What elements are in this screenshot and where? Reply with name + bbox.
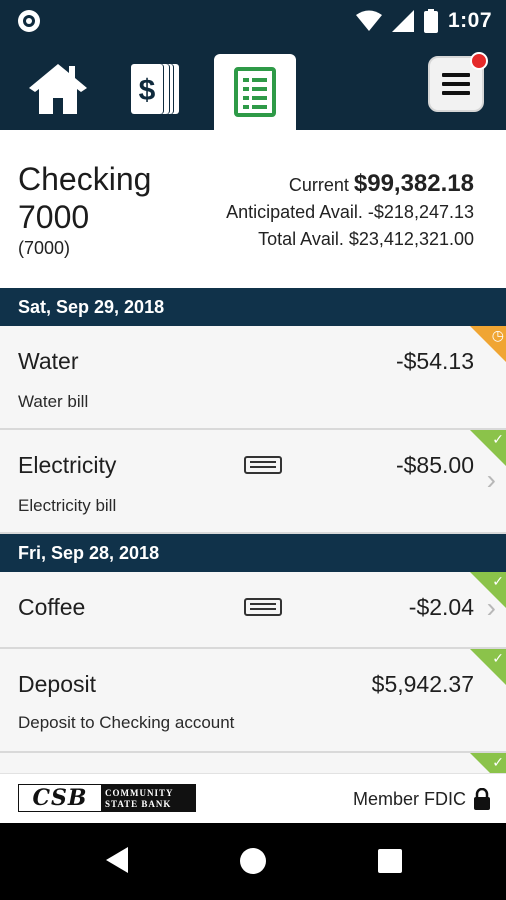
transaction-row[interactable]: Deposit Deposit to Checking account $5,9…	[0, 649, 506, 753]
date-header: Fri, Sep 28, 2018	[0, 534, 506, 572]
transaction-description: Electricity bill	[18, 496, 117, 515]
logo-line-1: COMMUNITY	[105, 788, 174, 798]
transaction-row[interactable]: Coffee -$2.04 › ✓	[0, 572, 506, 649]
current-balance: Current $99,382.18	[226, 170, 474, 199]
menu-icon	[442, 73, 470, 95]
check-icon: ✓	[492, 431, 504, 447]
logo-line-2: STATE BANK	[105, 799, 172, 809]
battery-icon	[423, 9, 438, 33]
clock-icon: ◷	[491, 327, 504, 343]
footer: CSB COMMUNITY STATE BANK Member FDIC	[0, 773, 506, 823]
anticipated-balance-label: Anticipated Avail.	[226, 202, 363, 222]
transaction-row[interactable]: Water Water bill -$54.13 ◷	[0, 326, 506, 430]
logo-wordmark: CSB	[32, 785, 88, 811]
check-icon: ✓	[492, 754, 504, 770]
account-summary: Checking 7000 (7000) Current $99,382.18 …	[0, 130, 506, 288]
logo-subtitle: COMMUNITY STATE BANK	[101, 785, 195, 811]
current-balance-value: $99,382.18	[353, 170, 474, 197]
back-icon[interactable]	[106, 847, 128, 873]
account-number: (7000)	[18, 238, 71, 258]
anticipated-balance-value: -$218,247.13	[367, 202, 474, 222]
transaction-amount: -$54.13	[395, 348, 474, 374]
date-header: Sat, Sep 29, 2018	[0, 288, 506, 326]
transaction-title: Electricity	[18, 452, 117, 478]
transaction-row[interactable]: Electricity Electricity bill -$85.00 › ✓	[0, 430, 506, 534]
chevron-right-icon: ›	[486, 464, 496, 495]
transaction-description: Deposit to Checking account	[18, 713, 235, 732]
total-available-label: Total Avail.	[258, 229, 344, 249]
current-balance-label: Current	[288, 175, 349, 195]
signal-icon	[391, 10, 414, 32]
check-icon: ✓	[492, 573, 504, 589]
lock-icon	[474, 788, 490, 810]
card-icon	[244, 598, 282, 616]
check-icon: ✓	[492, 650, 504, 666]
transaction-amount: -$2.04	[408, 594, 474, 620]
transaction-description: Water bill	[18, 392, 89, 411]
account-register-tab[interactable]	[214, 54, 296, 130]
transaction-amount: -$85.00	[395, 452, 474, 478]
total-available-balance: Total Avail. $23,412,321.00	[226, 226, 474, 253]
top-navigation: $	[0, 42, 506, 130]
anticipated-balance: Anticipated Avail. -$218,247.13	[226, 199, 474, 226]
account-register-icon	[234, 67, 276, 117]
transaction-amount: $5,942.37	[371, 671, 474, 697]
status-bar: 1:07	[0, 0, 506, 42]
fdic-notice: Member FDIC	[353, 788, 490, 810]
bank-logo: CSB COMMUNITY STATE BANK	[18, 784, 196, 812]
svg-text:$: $	[139, 74, 156, 107]
wifi-icon	[355, 10, 382, 31]
transaction-title: Deposit	[18, 671, 96, 697]
account-name: Checking 7000	[18, 161, 152, 235]
system-navigation-bar	[0, 823, 506, 900]
money-transfer-icon[interactable]: $	[124, 56, 188, 120]
recent-apps-icon[interactable]	[378, 849, 402, 873]
home-icon[interactable]	[26, 56, 90, 120]
total-available-value: $23,412,321.00	[348, 229, 474, 249]
transaction-title: Water	[18, 348, 79, 374]
menu-button[interactable]	[428, 52, 488, 112]
account-balances: Current $99,382.18 Anticipated Avail. -$…	[226, 170, 474, 253]
transaction-title: Coffee	[18, 594, 86, 620]
notification-badge	[470, 52, 488, 70]
transaction-row-partial[interactable]: ✓	[0, 753, 506, 773]
fdic-text: Member FDIC	[352, 788, 466, 809]
card-icon	[244, 456, 282, 474]
clock-time: 1:07	[447, 9, 492, 32]
record-dot-icon	[18, 10, 40, 32]
home-circle-icon[interactable]	[240, 848, 266, 874]
